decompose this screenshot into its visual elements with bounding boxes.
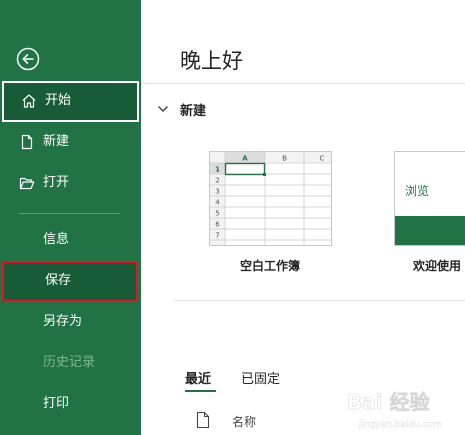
row-header-3: 3	[215, 188, 219, 196]
section-title: 新建	[180, 104, 207, 119]
sidebar-item-label: 另存为	[43, 314, 83, 329]
welcome-preview-band	[395, 216, 465, 245]
col-header-c: C	[320, 155, 325, 163]
row-header-5: 5	[215, 210, 219, 218]
sidebar-item-home[interactable]: 开始	[2, 81, 139, 122]
sidebar-divider	[19, 213, 120, 214]
col-header-b: B	[282, 155, 287, 163]
home-icon	[22, 94, 36, 108]
sidebar-item-info[interactable]: 信息	[0, 220, 141, 261]
blank-workbook-preview: A B C 1 2 3 4 5 6 7	[210, 152, 331, 245]
welcome-template-label: 欢迎使用	[413, 259, 462, 273]
tab-active-indicator	[185, 390, 216, 392]
header-divider	[141, 83, 465, 84]
sidebar-item-label: 打开	[43, 175, 70, 190]
row-header-7: 7	[215, 232, 219, 240]
sidebar-item-label: 保存	[45, 273, 72, 288]
welcome-preview-text: 浏览	[405, 184, 430, 198]
new-file-icon	[21, 134, 33, 150]
sidebar-item-history: 历史记录	[0, 343, 141, 384]
baidu-watermark: Bai 经验 jingyan.baidu.com	[347, 390, 443, 430]
tab-pinned[interactable]: 已固定	[241, 368, 280, 387]
tab-recent[interactable]: 最近	[185, 368, 211, 387]
sidebar-item-print[interactable]: 打印	[0, 384, 141, 425]
col-header-a: A	[242, 155, 248, 163]
sidebar-item-save[interactable]: 保存	[2, 261, 138, 302]
folder-open-icon	[19, 177, 35, 190]
blank-workbook-label: 空白工作簿	[240, 259, 301, 273]
backstage-sidebar: 开始 新建 打开 信息 保存 另存为 历史记录 打印	[0, 0, 141, 435]
sidebar-item-new[interactable]: 新建	[0, 122, 141, 163]
welcome-template[interactable]: 浏览	[394, 151, 465, 246]
sidebar-item-open[interactable]: 打开	[0, 163, 141, 204]
sidebar-item-save-as[interactable]: 另存为	[0, 302, 141, 343]
back-arrow-icon[interactable]	[16, 47, 40, 71]
row-header-2: 2	[215, 177, 219, 185]
row-header-6: 6	[215, 221, 220, 229]
sidebar-item-label: 历史记录	[43, 355, 96, 370]
blank-workbook-template[interactable]: A B C 1 2 3 4 5 6 7	[209, 151, 332, 246]
row-header-1: 1	[215, 166, 220, 174]
name-column-header[interactable]: 名称	[232, 413, 256, 430]
chevron-down-icon[interactable]	[156, 102, 170, 116]
section-divider	[173, 300, 465, 301]
sidebar-item-label: 开始	[45, 93, 72, 108]
watermark-text: Bai 经验	[347, 390, 430, 414]
sidebar-item-label: 打印	[43, 396, 70, 411]
sidebar-item-label: 信息	[43, 232, 70, 247]
row-header-4: 4	[215, 199, 220, 207]
page-title: 晚上好	[180, 49, 243, 73]
file-icon	[196, 411, 210, 429]
watermark-subtext: jingyan.baidu.com	[358, 420, 442, 430]
sidebar-item-label: 新建	[43, 134, 70, 149]
